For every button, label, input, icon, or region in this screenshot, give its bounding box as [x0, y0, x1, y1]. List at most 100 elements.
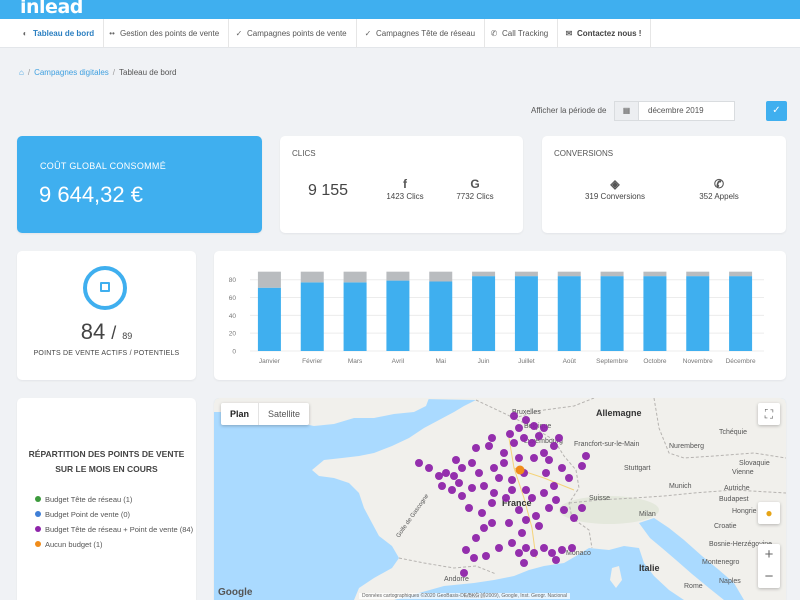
- map-marker[interactable]: [500, 459, 508, 467]
- map-marker[interactable]: [558, 546, 566, 554]
- map-marker-no-budget[interactable]: [515, 465, 525, 475]
- map-marker[interactable]: [438, 482, 446, 490]
- nav-campagnes-points-de-vente[interactable]: ✓ Campagnes points de vente: [226, 19, 357, 48]
- bar-active[interactable]: [600, 276, 624, 351]
- map-marker[interactable]: [515, 424, 523, 432]
- map-marker[interactable]: [565, 474, 573, 482]
- map-marker[interactable]: [425, 464, 433, 472]
- map-marker[interactable]: [452, 456, 460, 464]
- bar-active[interactable]: [472, 276, 496, 351]
- map-marker[interactable]: [545, 456, 553, 464]
- bar-inactive[interactable]: [557, 271, 581, 277]
- map-marker[interactable]: [555, 434, 563, 442]
- map-marker[interactable]: [495, 544, 503, 552]
- nav-contactez-nous[interactable]: ✉ Contactez nous !: [556, 19, 652, 48]
- map-type-plan[interactable]: Plan: [221, 403, 258, 425]
- nav-tableau-de-bord[interactable]: ◐ Tableau de bord: [12, 19, 105, 48]
- map-marker[interactable]: [540, 489, 548, 497]
- map-marker[interactable]: [582, 452, 590, 460]
- map-marker[interactable]: [472, 444, 480, 452]
- map-marker[interactable]: [458, 492, 466, 500]
- map-marker[interactable]: [520, 559, 528, 567]
- map-marker[interactable]: [578, 504, 586, 512]
- map-marker[interactable]: [448, 486, 456, 494]
- map-marker[interactable]: [488, 519, 496, 527]
- zoom-out-button[interactable]: −: [758, 566, 780, 588]
- map-marker[interactable]: [518, 529, 526, 537]
- map-marker[interactable]: [558, 464, 566, 472]
- map-marker[interactable]: [482, 552, 490, 560]
- map-marker[interactable]: [480, 524, 488, 532]
- map-marker[interactable]: [468, 459, 476, 467]
- map-marker[interactable]: [515, 506, 523, 514]
- bar-inactive[interactable]: [386, 271, 410, 281]
- map-marker[interactable]: [460, 569, 468, 577]
- map-marker[interactable]: [488, 499, 496, 507]
- map-marker[interactable]: [510, 412, 518, 420]
- map-marker[interactable]: [522, 516, 530, 524]
- bar-active[interactable]: [643, 276, 667, 351]
- bar-active[interactable]: [514, 276, 538, 351]
- map-marker[interactable]: [450, 472, 458, 480]
- map-marker[interactable]: [528, 494, 536, 502]
- bar-inactive[interactable]: [514, 271, 538, 277]
- home-icon[interactable]: ⌂: [19, 68, 24, 77]
- map-marker[interactable]: [495, 474, 503, 482]
- map-marker[interactable]: [468, 484, 476, 492]
- map-marker[interactable]: [510, 439, 518, 447]
- map-marker[interactable]: [502, 494, 510, 502]
- bar-active[interactable]: [343, 282, 367, 351]
- calendar-icon[interactable]: ▦: [614, 101, 639, 121]
- bar-active[interactable]: [557, 276, 581, 351]
- bar-inactive[interactable]: [600, 271, 624, 277]
- pegman-icon[interactable]: ●: [758, 502, 780, 524]
- bar-active[interactable]: [729, 276, 753, 351]
- nav-call-tracking[interactable]: ✆ Call Tracking: [481, 19, 559, 48]
- bar-active[interactable]: [300, 282, 324, 351]
- map-marker[interactable]: [522, 544, 530, 552]
- map-marker[interactable]: [530, 454, 538, 462]
- bar-active[interactable]: [429, 281, 453, 351]
- map-marker[interactable]: [508, 486, 516, 494]
- map-marker[interactable]: [462, 546, 470, 554]
- nav-campagnes-tete-de-reseau[interactable]: ✓ Campagnes Tête de réseau: [355, 19, 486, 48]
- bar-inactive[interactable]: [300, 271, 324, 283]
- map-marker[interactable]: [435, 472, 443, 480]
- map-marker[interactable]: [550, 442, 558, 450]
- map-marker[interactable]: [472, 534, 480, 542]
- map-marker[interactable]: [465, 504, 473, 512]
- zoom-in-button[interactable]: +: [758, 544, 780, 566]
- map-marker[interactable]: [475, 469, 483, 477]
- map-marker[interactable]: [552, 496, 560, 504]
- bar-inactive[interactable]: [257, 271, 281, 288]
- map-type-satellite[interactable]: Satellite: [258, 403, 309, 425]
- map-marker[interactable]: [478, 509, 486, 517]
- map-marker[interactable]: [500, 449, 508, 457]
- map-marker[interactable]: [530, 549, 538, 557]
- map-marker[interactable]: [470, 554, 478, 562]
- map-marker[interactable]: [570, 514, 578, 522]
- map-marker[interactable]: [505, 519, 513, 527]
- map-marker[interactable]: [480, 482, 488, 490]
- period-submit-button[interactable]: ✓: [766, 101, 787, 121]
- bar-inactive[interactable]: [343, 271, 367, 283]
- map-marker[interactable]: [540, 424, 548, 432]
- app-logo[interactable]: inlead: [20, 0, 83, 18]
- map-marker[interactable]: [560, 506, 568, 514]
- map-marker[interactable]: [515, 454, 523, 462]
- map-marker[interactable]: [458, 464, 466, 472]
- bar-inactive[interactable]: [686, 271, 710, 277]
- map-marker[interactable]: [508, 539, 516, 547]
- map-marker[interactable]: [568, 544, 576, 552]
- breadcrumb-link[interactable]: Campagnes digitales: [34, 68, 109, 77]
- map-marker[interactable]: [506, 430, 514, 438]
- map-canvas[interactable]: AllemagneBruxellesBelgiqueLuxembourgFran…: [214, 398, 786, 600]
- map-marker[interactable]: [490, 464, 498, 472]
- bar-active[interactable]: [686, 276, 710, 351]
- map-marker[interactable]: [415, 459, 423, 467]
- fullscreen-icon[interactable]: ⛶: [758, 403, 780, 425]
- nav-gestion-points-de-vente[interactable]: •• Gestion des points de vente: [99, 19, 230, 48]
- map-marker[interactable]: [535, 432, 543, 440]
- map-marker[interactable]: [550, 482, 558, 490]
- map-marker[interactable]: [442, 469, 450, 477]
